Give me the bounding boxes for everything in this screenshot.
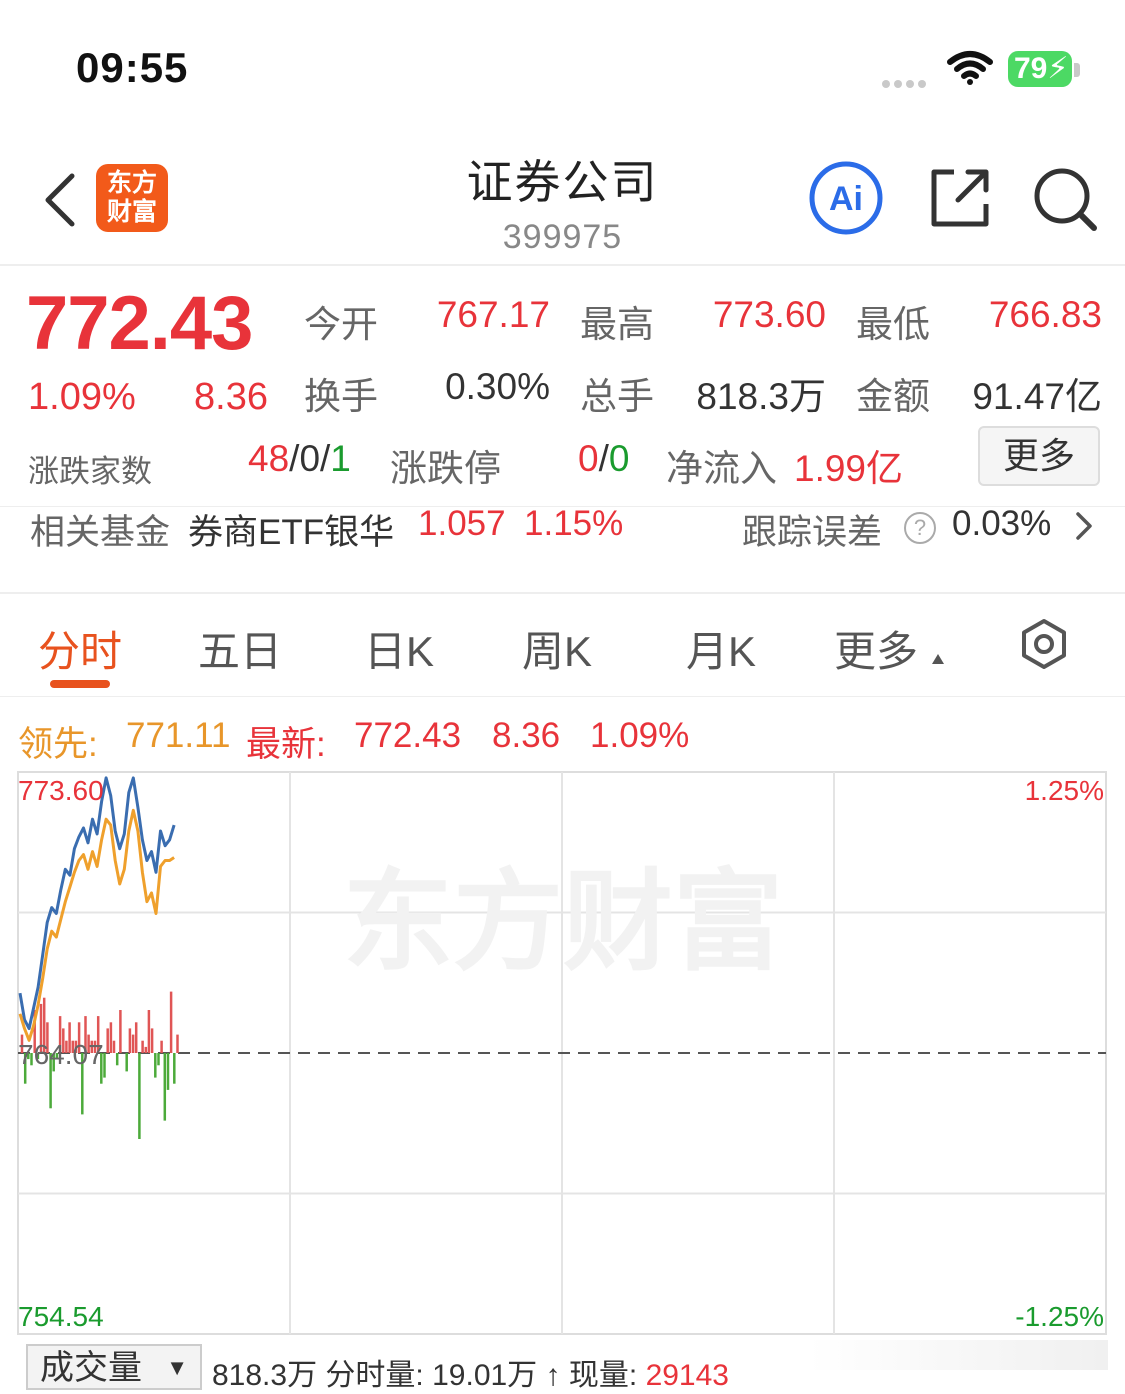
header-divider — [0, 264, 1125, 266]
low-label: 最低 — [856, 304, 930, 345]
amount-value: 91.47亿 — [972, 376, 1102, 417]
tab-intraday[interactable]: 分时 — [38, 618, 122, 679]
limit-value: 0/0 — [578, 438, 629, 480]
tab-weekly-k[interactable]: 周K — [522, 618, 592, 679]
ai-assistant-button[interactable]: Ai — [808, 160, 884, 241]
more-quote-button[interactable]: 更多 — [978, 426, 1100, 486]
latest-value: 772.43 — [354, 716, 462, 755]
volume-summary: 818.3万 分时量: 19.01万 ↑ 现量: 29143 — [212, 1350, 729, 1394]
bottom-fade — [808, 1340, 1108, 1370]
volume-value: 818.3万 — [696, 376, 826, 417]
tab-monthly-k[interactable]: 月K — [686, 618, 756, 679]
minute-volume-label: 分时量: — [325, 1359, 424, 1392]
y-top-label: 773.60 — [18, 775, 104, 806]
change-amount: 8.36 — [194, 376, 268, 418]
fund-price: 1.057 — [418, 504, 506, 543]
dropdown-triangle-icon — [932, 654, 944, 664]
tracking-error-label: 跟踪误差 — [742, 513, 883, 552]
tab-daily-k[interactable]: 日K — [364, 618, 434, 679]
battery-level: 79 — [1014, 52, 1048, 85]
intraday-chart[interactable]: 东方财富 773.60 764.07 754.54 1.25% -1.25% — [0, 760, 1125, 1340]
pct-bottom-label: -1.25% — [1015, 1301, 1104, 1332]
wifi-icon — [946, 48, 994, 91]
total-volume: 818.3万 — [212, 1359, 318, 1392]
volume-label: 总手 — [580, 376, 654, 417]
gear-icon[interactable] — [1018, 618, 1070, 675]
breadth-down: 1 — [330, 438, 351, 479]
latest-change: 8.36 — [492, 716, 561, 755]
fund-name[interactable]: 券商ETF银华 — [188, 504, 394, 555]
share-icon[interactable] — [928, 166, 992, 235]
chevron-right-icon[interactable] — [1074, 510, 1096, 547]
price-line-1 — [18, 776, 176, 1030]
current-volume: 29143 — [645, 1359, 729, 1392]
tab-five-day[interactable]: 五日 — [198, 618, 282, 679]
y-mid-label: 764.07 — [18, 1039, 104, 1070]
battery-tip — [1074, 63, 1080, 77]
change-percent: 1.09% — [28, 376, 136, 418]
open-label: 今开 — [304, 304, 378, 345]
breadth-sep-2: / — [320, 438, 331, 479]
tab-more[interactable]: 更多 — [834, 618, 918, 679]
fund-label: 相关基金 — [30, 513, 171, 552]
active-tab-indicator — [50, 680, 110, 688]
high-label: 最高 — [580, 304, 654, 345]
tracking-error-value: 0.03% — [952, 504, 1052, 543]
minute-volume-arrow: ↑ — [545, 1359, 561, 1392]
limit-up: 0 — [578, 438, 599, 479]
status-time: 09:55 — [76, 44, 189, 91]
turnover-value: 0.30% — [445, 366, 550, 407]
current-price: 772.43 — [26, 281, 253, 366]
search-icon[interactable] — [1032, 166, 1098, 237]
fund-pct: 1.15% — [524, 504, 624, 543]
breadth-sep-1: / — [289, 438, 300, 479]
low-value: 766.83 — [988, 294, 1102, 335]
breadth-up: 48 — [248, 438, 290, 479]
limit-label: 涨跌停 — [390, 448, 501, 489]
indicator-select[interactable]: 成交量 ▼ — [26, 1344, 202, 1390]
watermark: 东方财富 — [343, 858, 783, 986]
current-volume-label: 现量: — [568, 1359, 638, 1392]
turnover-label: 换手 — [304, 376, 378, 417]
breadth-flat: 0 — [299, 438, 321, 479]
limit-down: 0 — [608, 438, 630, 479]
breadth-label: 涨跌家数 — [28, 454, 152, 489]
help-icon[interactable]: ? — [904, 512, 936, 544]
amount-label: 金额 — [856, 376, 930, 417]
netflow-label: 净流入 — [666, 448, 777, 489]
y-bottom-label: 754.54 — [18, 1301, 104, 1332]
pct-top-label: 1.25% — [1025, 775, 1104, 806]
chart-grid — [17, 771, 1107, 1335]
limit-sep: / — [598, 438, 609, 479]
tabs-divider — [0, 696, 1125, 697]
open-value: 767.17 — [436, 294, 550, 335]
breadth-value: 48/0/1 — [248, 438, 351, 480]
cell-signal-icon — [882, 75, 930, 93]
dropdown-arrow-icon: ▼ — [166, 1355, 188, 1380]
battery-icon: 79⚡ — [1008, 51, 1072, 87]
lead-value: 771.11 — [126, 716, 231, 755]
minute-volume: 19.01万 — [432, 1359, 538, 1392]
netflow-value: 1.99亿 — [794, 448, 904, 489]
high-value: 773.60 — [712, 294, 826, 335]
latest-pct: 1.09% — [590, 716, 690, 755]
section-separator — [0, 574, 1125, 594]
ai-label: Ai — [829, 180, 863, 218]
indicator-select-label: 成交量 — [40, 1349, 142, 1387]
